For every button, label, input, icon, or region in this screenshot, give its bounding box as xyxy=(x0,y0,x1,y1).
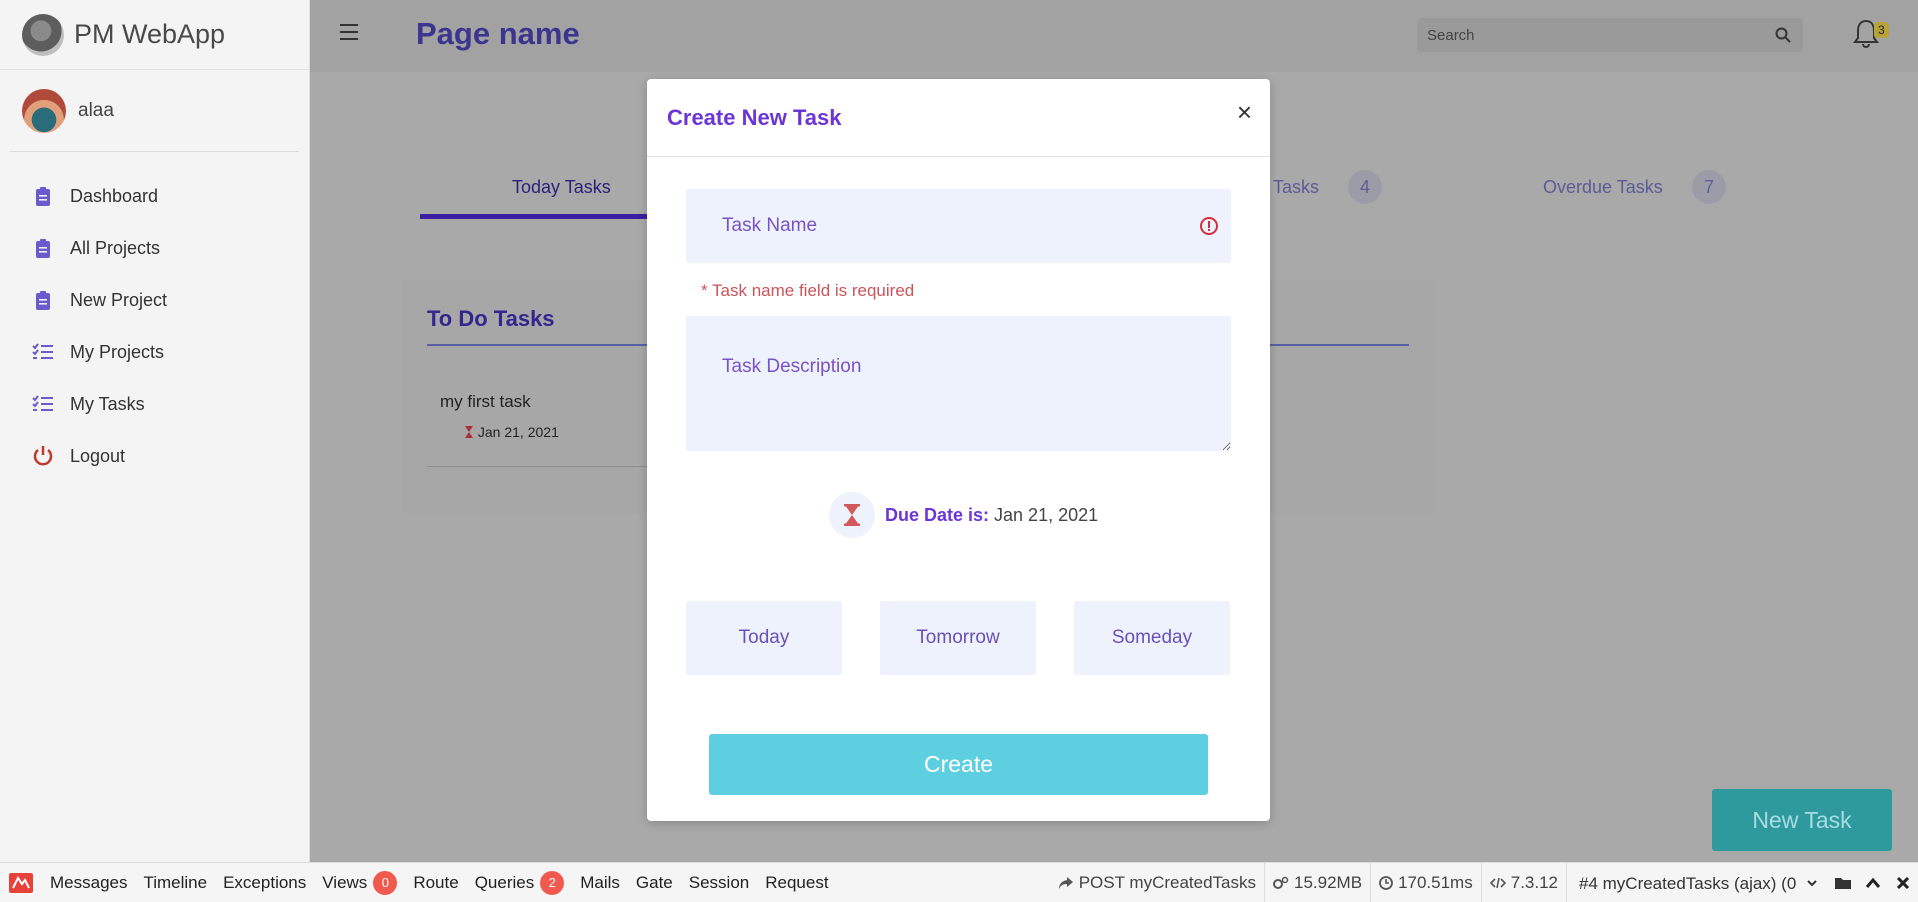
request-select[interactable]: #4 myCreatedTasks (ajax) (0 xyxy=(1575,872,1820,894)
sidebar-item-all-projects[interactable]: All Projects xyxy=(0,222,309,274)
sidebar-item-my-projects[interactable]: My Projects xyxy=(0,326,309,378)
time-text: 170.51ms xyxy=(1398,873,1473,892)
tomorrow-button[interactable]: Tomorrow xyxy=(880,601,1036,675)
task-name-input[interactable] xyxy=(686,189,1187,263)
debugbar-mails[interactable]: Mails xyxy=(572,873,628,893)
app-name: PM WebApp xyxy=(74,19,226,49)
debugbar-queries[interactable]: Queries 2 xyxy=(467,870,573,895)
sidebar-item-new-project[interactable]: New Project xyxy=(0,274,309,326)
create-task-modal: Create New Task × * Task name field is r… xyxy=(647,79,1270,821)
close-icon[interactable]: × xyxy=(1237,99,1252,125)
views-count-badge: 0 xyxy=(373,870,398,895)
debugbar-views-label: Views xyxy=(322,872,368,892)
new-task-button[interactable]: New Task xyxy=(1712,789,1892,851)
share-icon xyxy=(1058,877,1073,889)
checklist-icon xyxy=(32,341,54,363)
sidebar-item-label: New Project xyxy=(70,289,168,310)
debugbar-gate[interactable]: Gate xyxy=(628,873,681,893)
sidebar-item-label: Dashboard xyxy=(70,185,159,206)
debugbar-logo-icon[interactable] xyxy=(0,863,42,902)
debugbar-request-route: POST myCreatedTasks xyxy=(1050,863,1264,902)
due-date: Due Date is: Jan 21, 2021 xyxy=(829,492,1098,538)
sidebar-item-label: Logout xyxy=(70,445,126,466)
sidebar-item-label: My Projects xyxy=(70,341,165,362)
modal-header: Create New Task × xyxy=(647,79,1270,157)
sidebar-item-label: My Tasks xyxy=(70,393,145,414)
page-title: Page name xyxy=(416,16,580,51)
topbar: Page name 3 xyxy=(310,0,1918,72)
clipboard-icon xyxy=(32,237,54,259)
checklist-icon xyxy=(32,393,54,415)
overdue-count: 7 xyxy=(1692,170,1726,204)
today-button[interactable]: Today xyxy=(686,601,842,675)
task-divider xyxy=(427,466,652,467)
task-description-input[interactable] xyxy=(686,316,1231,451)
debugbar-time: 170.51ms xyxy=(1370,863,1481,902)
debugbar-request[interactable]: Request xyxy=(757,873,836,893)
sidebar-item-dashboard[interactable]: Dashboard xyxy=(0,170,309,222)
sidebar: PM WebApp alaa Dashboard All Projects Ne… xyxy=(0,0,310,862)
debugbar-request-select-wrap: #4 myCreatedTasks (ajax) (0 xyxy=(1566,863,1828,902)
sidebar-item-label: All Projects xyxy=(70,237,161,258)
due-date-label: Due Date is: xyxy=(885,504,990,525)
create-button[interactable]: Create xyxy=(709,734,1208,795)
sidebar-nav: Dashboard All Projects New Project My Pr… xyxy=(0,152,309,482)
task-name[interactable]: my first task xyxy=(440,392,531,412)
tab-overdue-tasks[interactable]: Overdue Tasks xyxy=(1543,177,1663,198)
task-name-field xyxy=(686,189,1231,263)
clipboard-icon xyxy=(32,289,54,311)
search-icon[interactable] xyxy=(1763,27,1803,43)
task-date-text: Jan 21, 2021 xyxy=(477,424,559,440)
power-icon xyxy=(32,445,54,467)
debugbar-exceptions[interactable]: Exceptions xyxy=(215,873,314,893)
notifications-button[interactable]: 3 xyxy=(1852,18,1889,54)
debugbar-messages[interactable]: Messages xyxy=(42,873,135,893)
search-box xyxy=(1417,18,1803,52)
notification-count: 3 xyxy=(1874,22,1889,38)
close-debugbar-icon[interactable] xyxy=(1888,863,1918,902)
menu-icon[interactable] xyxy=(340,24,358,40)
hourglass-icon xyxy=(465,426,473,438)
folder-icon[interactable] xyxy=(1828,863,1858,902)
task-date: Jan 21, 2021 xyxy=(464,424,559,440)
user-name: alaa xyxy=(78,99,114,121)
brand[interactable]: PM WebApp xyxy=(0,0,309,70)
tasks-count: 4 xyxy=(1348,170,1382,204)
debugbar-timeline[interactable]: Timeline xyxy=(135,873,215,893)
debugbar-route[interactable]: Route xyxy=(405,873,466,893)
debugbar-php-version: 7.3.12 xyxy=(1480,863,1566,902)
clipboard-icon xyxy=(32,185,54,207)
sidebar-item-logout[interactable]: Logout xyxy=(0,430,309,482)
debugbar: Messages Timeline Exceptions Views 0 Rou… xyxy=(0,862,1918,902)
tab-tasks[interactable]: Tasks xyxy=(1273,177,1319,198)
someday-button[interactable]: Someday xyxy=(1074,601,1230,675)
sidebar-item-my-tasks[interactable]: My Tasks xyxy=(0,378,309,430)
debugbar-memory: 15.92MB xyxy=(1264,863,1370,902)
debugbar-session[interactable]: Session xyxy=(681,873,757,893)
debugbar-stats: POST myCreatedTasks 15.92MB 170.51ms 7.3… xyxy=(1050,863,1918,902)
search-input[interactable] xyxy=(1417,18,1763,52)
memory-text: 15.92MB xyxy=(1294,873,1363,892)
due-date-value: Jan 21, 2021 xyxy=(994,504,1099,525)
task-description-field xyxy=(686,316,1231,451)
app-logo xyxy=(22,13,64,56)
php-version-text: 7.3.12 xyxy=(1510,873,1558,892)
cogs-icon xyxy=(1273,876,1289,889)
debugbar-queries-label: Queries xyxy=(474,872,535,892)
error-icon xyxy=(1187,216,1231,236)
queries-count-badge: 2 xyxy=(540,870,565,895)
task-name-error: * Task name field is required xyxy=(701,281,915,300)
hourglass-icon xyxy=(829,492,875,538)
debugbar-views[interactable]: Views 0 xyxy=(314,870,405,895)
user-profile[interactable]: alaa xyxy=(10,70,299,152)
avatar xyxy=(22,88,66,133)
chevron-up-icon[interactable] xyxy=(1858,863,1888,902)
card-title: To Do Tasks xyxy=(427,306,555,331)
modal-title: Create New Task xyxy=(667,105,842,130)
tab-active-indicator xyxy=(420,214,650,219)
code-icon xyxy=(1489,877,1506,889)
tab-today-tasks[interactable]: Today Tasks xyxy=(512,177,611,198)
clock-icon xyxy=(1379,876,1393,890)
request-text: POST myCreatedTasks xyxy=(1078,873,1257,892)
